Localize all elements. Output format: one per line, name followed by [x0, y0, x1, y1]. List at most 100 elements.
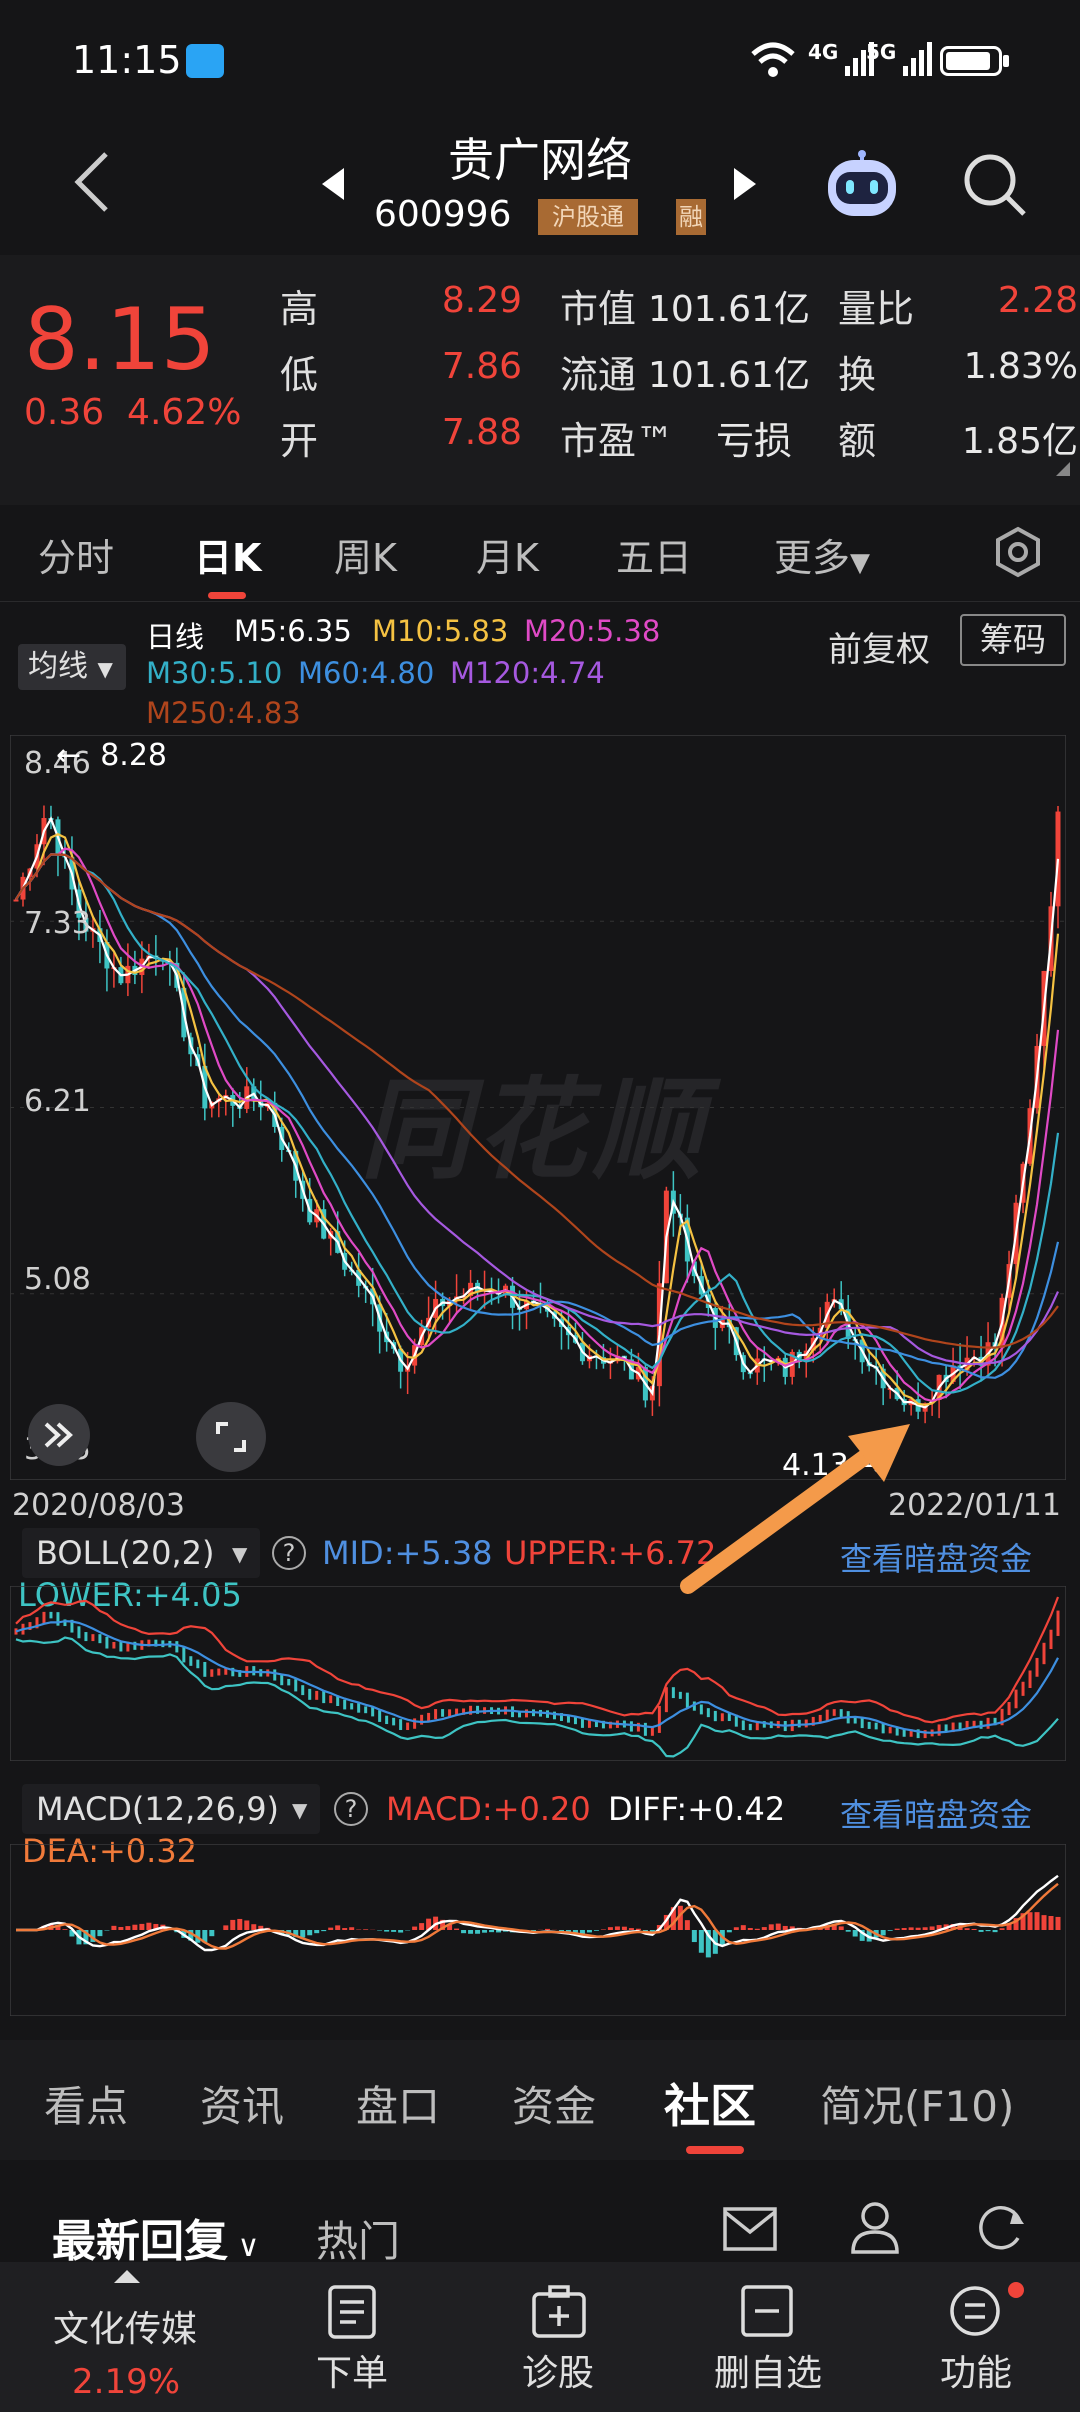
macd-bar [614, 1926, 620, 1930]
macd-bar [544, 1928, 550, 1930]
float-value: 101.61亿 [648, 355, 810, 396]
ma-type-dropdown[interactable]: 均线 ▼ [18, 644, 126, 690]
remove-watchlist-icon[interactable] [740, 2284, 794, 2338]
ma5-value: M5:6.35 [234, 614, 352, 648]
function-menu-icon[interactable] [948, 2284, 1002, 2338]
macd-bar [132, 1924, 138, 1930]
volume-ratio-label: 量比 [838, 287, 915, 331]
sector-name[interactable]: 文化传媒 [30, 2300, 220, 2352]
change-amount: 0.36 [24, 392, 105, 433]
latest-reply-tab[interactable]: 最新回复 ∨ [52, 2205, 260, 2269]
open-label: 开 [280, 419, 319, 463]
stock-code: 600996 [374, 194, 512, 235]
macd-bar [747, 1928, 753, 1930]
macd-bar [300, 1930, 306, 1938]
tab-intraday[interactable]: 分时 [38, 527, 114, 582]
boll-frame [10, 1586, 1066, 1761]
help-icon[interactable]: ? [272, 1536, 306, 1570]
order-button[interactable]: 下单 [290, 2344, 414, 2396]
battery-level [946, 52, 990, 70]
macd-bar [419, 1923, 425, 1930]
next-stock-icon[interactable] [732, 166, 758, 202]
ma10-value: M10:5.83 [372, 614, 509, 648]
m120-line [15, 853, 1059, 1366]
reader-app-icon [186, 44, 224, 78]
tab-community[interactable]: 社区 [664, 2070, 756, 2136]
margin-tag: 融 [676, 199, 706, 235]
macd-bar [964, 1928, 970, 1930]
tab-monthly-k[interactable]: 月K [476, 527, 539, 582]
chip-distribution-button[interactable]: 筹码 [960, 614, 1066, 666]
m20-line [15, 847, 1060, 1403]
float-label: 流通 [560, 353, 637, 397]
tab-highlights[interactable]: 看点 [44, 2073, 128, 2134]
turnover-label: 换 [838, 353, 877, 397]
macd-bar [62, 1929, 68, 1930]
expand-panel-button[interactable] [28, 1404, 90, 1466]
user-icon[interactable] [850, 2200, 900, 2254]
refresh-icon[interactable] [974, 2200, 1028, 2254]
macd-bar [992, 1930, 998, 1933]
message-icon[interactable] [722, 2206, 778, 2252]
open-value: 7.88 [441, 412, 522, 453]
remove-watchlist-button[interactable]: 删自选 [696, 2344, 840, 2396]
dark-pool-link[interactable]: 查看暗盘资金 [840, 1790, 1032, 1836]
macd-bar [328, 1927, 334, 1930]
macd-bar [307, 1930, 313, 1936]
order-icon[interactable] [326, 2284, 378, 2340]
annotation-arrow-icon [680, 1424, 910, 1594]
shanghai-connect-tag: 沪股通 [538, 199, 638, 235]
caret-up-icon[interactable] [114, 2270, 140, 2283]
macd-bar [139, 1923, 145, 1930]
macd-bar [754, 1928, 760, 1930]
status-time: 11:15 [72, 38, 182, 82]
macd-bar [726, 1930, 732, 1933]
pe-value: 亏损 [716, 419, 793, 463]
macd-bar [1027, 1912, 1033, 1930]
signal-5g-icon: 5G [866, 40, 933, 76]
boll-chart[interactable] [10, 1586, 1066, 1761]
macd-bar [398, 1930, 404, 1933]
macd-value: MACD:+0.20 [386, 1790, 591, 1828]
help-icon[interactable]: ? [334, 1792, 368, 1826]
macd-bar [775, 1923, 781, 1930]
turnover-value: 1.83% [963, 346, 1078, 387]
search-icon[interactable] [962, 152, 1028, 218]
settings-hexagon-icon[interactable] [992, 526, 1044, 578]
diagnose-icon[interactable] [530, 2284, 588, 2340]
tab-more[interactable]: 更多▼ [774, 527, 870, 582]
previous-stock-icon[interactable] [320, 166, 346, 202]
tab-order-book[interactable]: 盘口 [356, 2073, 440, 2134]
function-button[interactable]: 功能 [914, 2344, 1038, 2396]
back-arrow-icon[interactable] [70, 150, 114, 214]
boll-selector[interactable]: BOLL(20,2) ▼ [22, 1528, 260, 1578]
macd-bar [244, 1920, 250, 1930]
wifi-icon [751, 42, 795, 77]
kline-chart[interactable] [10, 735, 1066, 1480]
y-tick-2: 7.33 [24, 906, 91, 941]
robot-assistant-icon[interactable] [822, 150, 902, 220]
macd-bar [999, 1928, 1005, 1930]
tab-news[interactable]: 资讯 [200, 2073, 284, 2134]
tab-f10-profile[interactable]: 简况(F10) [820, 2073, 1014, 2134]
tab-fund-flow[interactable]: 资金 [512, 2073, 596, 2134]
notification-dot [1008, 2282, 1024, 2298]
tab-weekly-k[interactable]: 周K [334, 527, 397, 582]
forward-adjust-toggle[interactable]: 前复权 [828, 622, 930, 671]
expand-corner-icon[interactable] [1056, 462, 1070, 476]
fullscreen-icon[interactable] [196, 1402, 266, 1472]
macd-bar [363, 1929, 369, 1930]
macd-selector[interactable]: MACD(12,26,9) ▼ [22, 1784, 320, 1834]
stock-name: 贵广网络 [448, 133, 632, 187]
tab-daily-k[interactable]: 日K [194, 527, 261, 582]
macd-bar [412, 1926, 418, 1930]
macd-bar [635, 1928, 641, 1930]
macd-bar [97, 1930, 103, 1937]
hot-tab[interactable]: 热门 [316, 2208, 400, 2269]
diagnose-button[interactable]: 诊股 [496, 2344, 620, 2396]
tab-five-day[interactable]: 五日 [616, 527, 692, 582]
macd-bar [782, 1925, 788, 1930]
macd-bar [391, 1930, 397, 1932]
macd-chart[interactable] [10, 1844, 1066, 2016]
macd-bar [489, 1930, 495, 1933]
